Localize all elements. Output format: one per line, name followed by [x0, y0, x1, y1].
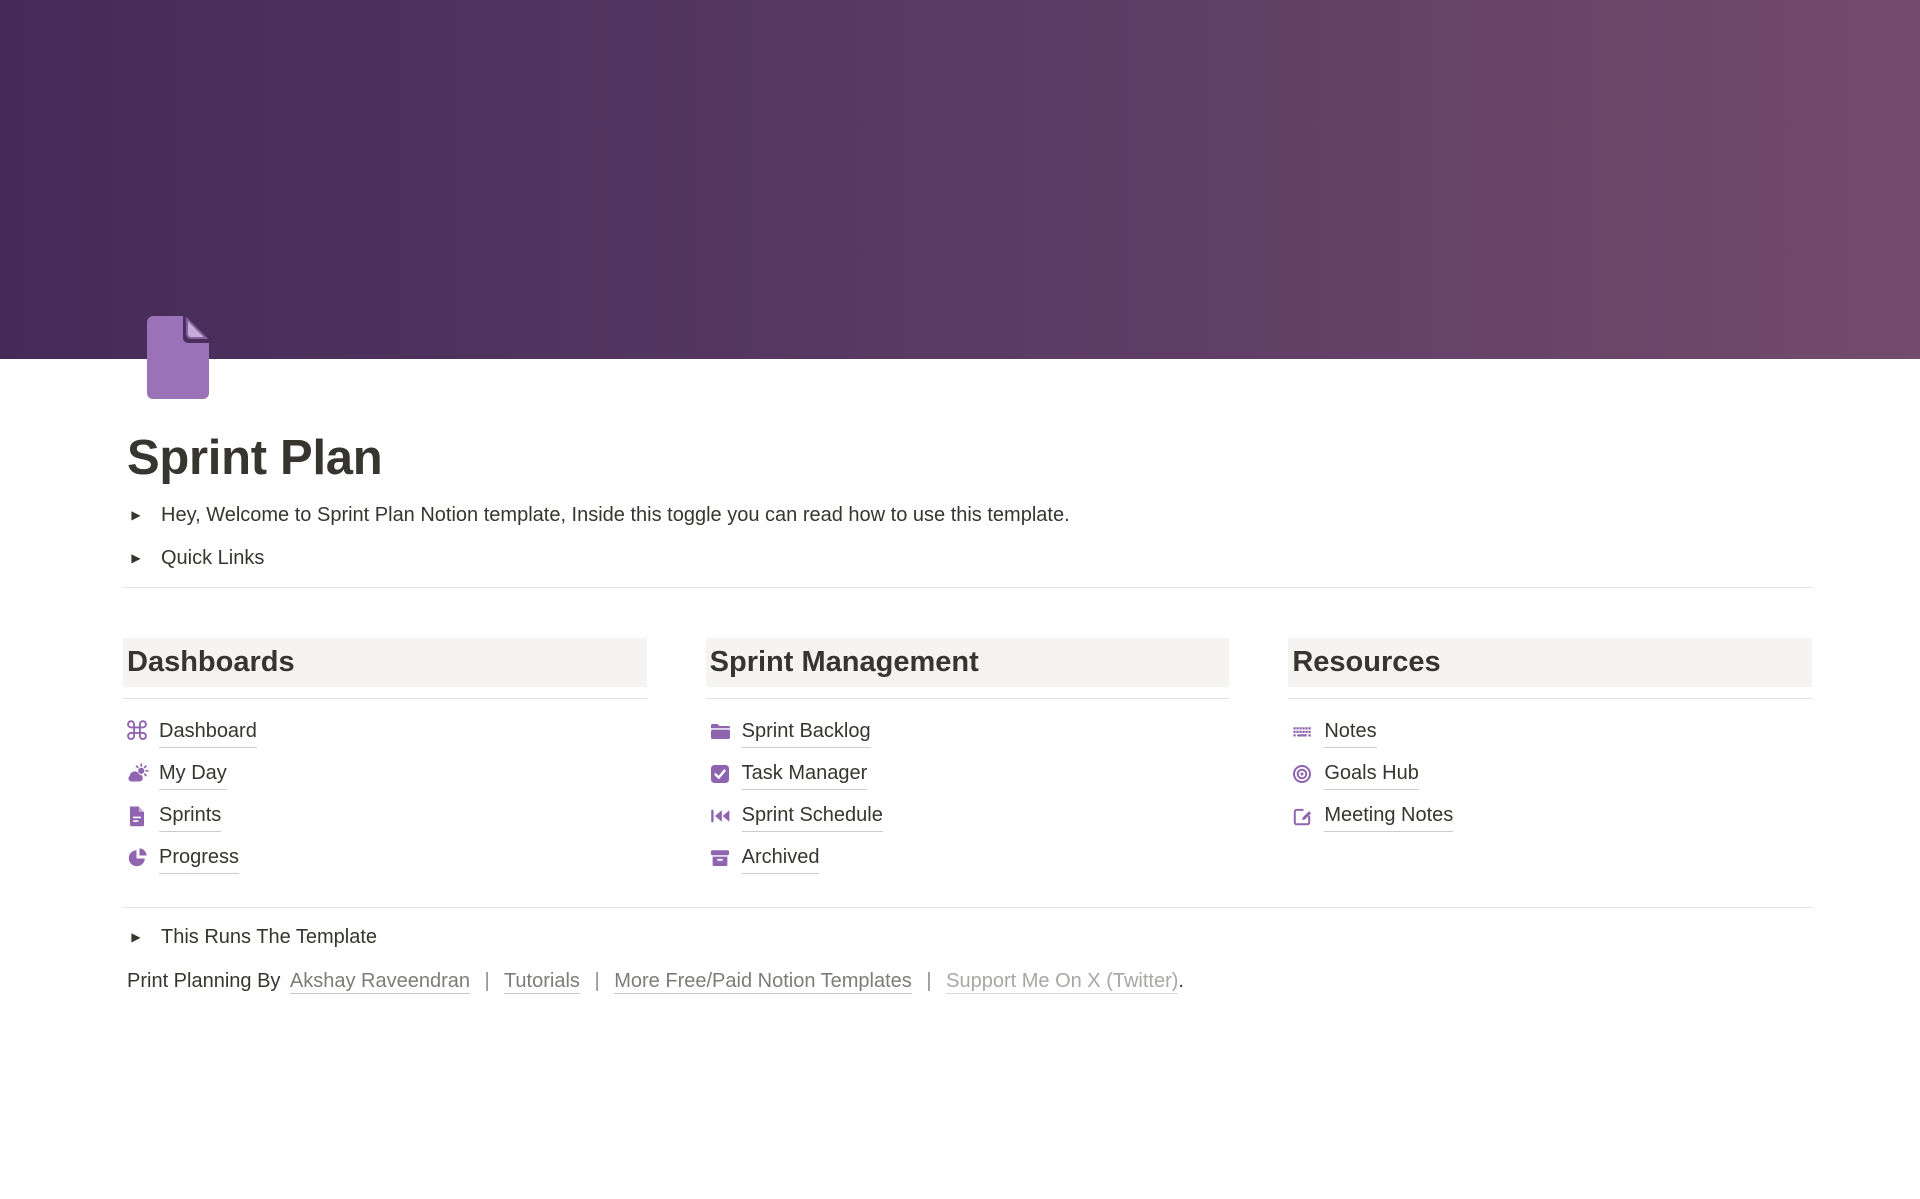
link-archived[interactable]: Archived — [706, 837, 1230, 879]
divider — [123, 587, 1812, 588]
column-heading: Dashboards — [123, 638, 647, 687]
footer-separator: | — [926, 970, 931, 992]
pie-chart-icon — [125, 846, 149, 870]
toggle-triangle-icon: ▶ — [123, 922, 149, 952]
divider — [123, 698, 647, 699]
rewind-icon — [708, 804, 732, 828]
toggle-welcome-label: Hey, Welcome to Sprint Plan Notion templ… — [161, 500, 1070, 530]
column-sprint-management: Sprint Management Sprint Backlog — [706, 638, 1230, 879]
footer-link-twitter[interactable]: Support Me On X (Twitter) — [946, 970, 1178, 994]
footer-link-tutorials[interactable]: Tutorials — [504, 970, 580, 994]
link-notes[interactable]: Notes — [1288, 711, 1812, 753]
partly-sunny-icon — [125, 762, 149, 786]
column-resources: Resources Notes — [1288, 638, 1812, 837]
toggle-quick-links-label: Quick Links — [161, 543, 264, 573]
footer-link-author[interactable]: Akshay Raveendran — [290, 970, 470, 994]
footer-prefix: Print Planning By — [127, 970, 280, 992]
toggle-welcome[interactable]: ▶ Hey, Welcome to Sprint Plan Notion tem… — [123, 500, 1812, 530]
keyboard-icon — [1290, 720, 1314, 744]
page-icon[interactable] — [147, 316, 209, 399]
toggle-quick-links[interactable]: ▶ Quick Links — [123, 543, 1812, 573]
footer-separator: | — [485, 970, 490, 992]
footer-separator: | — [594, 970, 599, 992]
folder-icon — [708, 720, 732, 744]
link-my-day[interactable]: My Day — [123, 753, 647, 795]
page-body: Sprint Plan ▶ Hey, Welcome to Sprint Pla… — [123, 429, 1812, 996]
divider — [123, 907, 1812, 908]
footer-link-templates[interactable]: More Free/Paid Notion Templates — [614, 970, 912, 994]
toggle-triangle-icon: ▶ — [123, 500, 149, 530]
link-sprints[interactable]: Sprints — [123, 795, 647, 837]
toggle-runs-template-label: This Runs The Template — [161, 922, 377, 952]
footer: Print Planning By Akshay Raveendran | Tu… — [123, 966, 1812, 996]
columns: Dashboards ⌘ Dashboard — [123, 638, 1812, 879]
column-dashboards: Dashboards ⌘ Dashboard — [123, 638, 647, 879]
command-icon: ⌘ — [125, 720, 149, 744]
divider — [706, 698, 1230, 699]
page-title[interactable]: Sprint Plan — [123, 429, 1812, 488]
link-dashboard[interactable]: ⌘ Dashboard — [123, 711, 647, 753]
column-heading: Resources — [1288, 638, 1812, 687]
link-task-manager[interactable]: Task Manager — [706, 753, 1230, 795]
receipt-icon — [125, 804, 149, 828]
link-sprint-backlog[interactable]: Sprint Backlog — [706, 711, 1230, 753]
archive-icon — [708, 846, 732, 870]
cover-image — [0, 0, 1920, 359]
compose-icon — [1290, 804, 1314, 828]
link-meeting-notes[interactable]: Meeting Notes — [1288, 795, 1812, 837]
link-goals-hub[interactable]: Goals Hub — [1288, 753, 1812, 795]
divider — [1288, 698, 1812, 699]
toggle-triangle-icon: ▶ — [123, 543, 149, 573]
column-heading: Sprint Management — [706, 638, 1230, 687]
toggle-runs-template[interactable]: ▶ This Runs The Template — [123, 922, 1812, 952]
link-progress[interactable]: Progress — [123, 837, 647, 879]
footer-suffix: . — [1178, 970, 1184, 992]
target-icon — [1290, 762, 1314, 786]
link-sprint-schedule[interactable]: Sprint Schedule — [706, 795, 1230, 837]
checkbox-icon — [708, 762, 732, 786]
